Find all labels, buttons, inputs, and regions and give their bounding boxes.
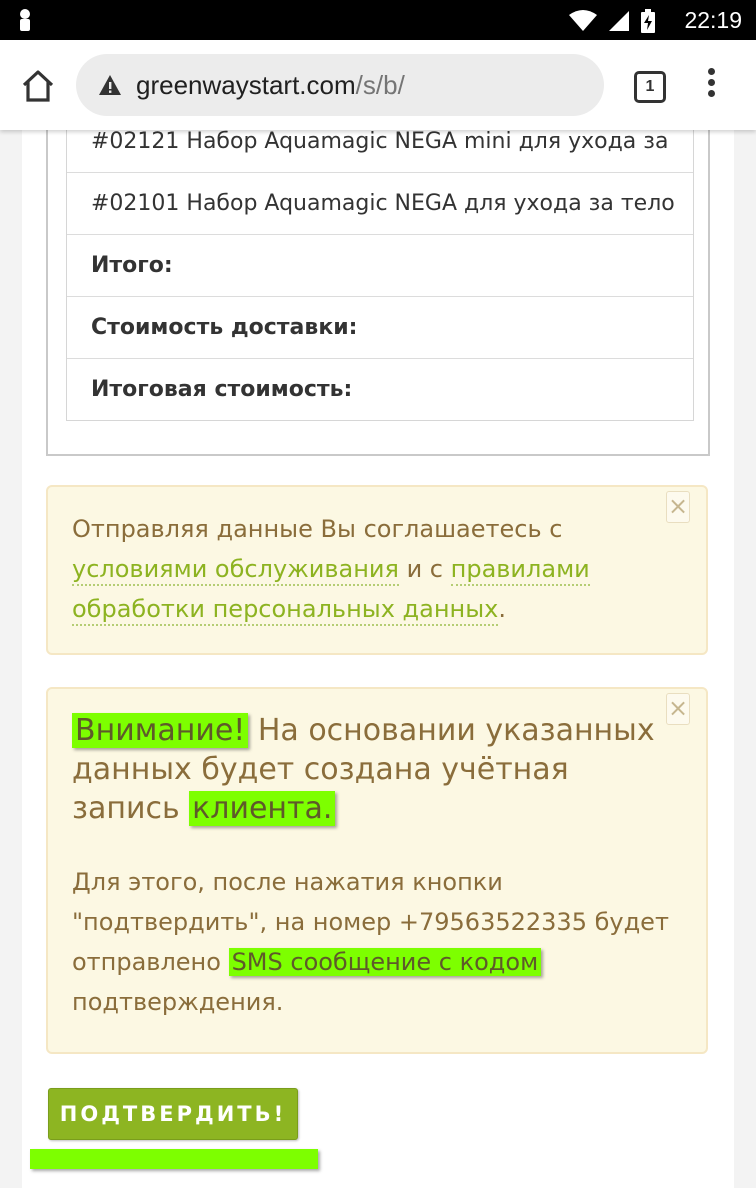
tabs-button[interactable]: 1	[634, 71, 666, 103]
clock: 22:19	[684, 7, 742, 33]
close-icon[interactable]: ×	[666, 491, 690, 523]
agreement-text-end: .	[498, 595, 507, 623]
signal-icon	[609, 11, 629, 31]
url-path: /s/b/	[355, 69, 405, 100]
address-bar[interactable]: greenwaystart.com/s/b/	[76, 54, 604, 116]
browser-toolbar: greenwaystart.com/s/b/ 1	[0, 40, 756, 130]
tabs-count: 1	[645, 78, 655, 95]
agreement-text: Отправляя данные Вы соглашаетесь с услов…	[72, 509, 682, 629]
confirm-button[interactable]: ПОДТВЕРДИТЬ!	[48, 1088, 298, 1140]
warning-body: Для этого, после нажатия кнопки "подтвер…	[72, 862, 682, 1022]
order-row-subtotal: Итого:	[67, 235, 693, 297]
home-icon[interactable]	[20, 68, 56, 104]
warning-highlight: Внимание!	[72, 713, 249, 748]
highlight-bar	[30, 1149, 318, 1169]
client-highlight: клиента.	[189, 791, 336, 826]
warning-headline: Внимание! На основании указанных данных …	[72, 711, 682, 828]
status-bar: 22:19	[0, 0, 756, 40]
warning-body-end: подтверждения.	[72, 988, 284, 1016]
battery-charging-icon	[641, 9, 655, 33]
order-summary: #02121 Набор Aquamagic NEGA mini для ухо…	[46, 110, 710, 456]
account-warning-alert: × Внимание! На основании указанных данны…	[46, 687, 708, 1054]
url-domain: greenwaystart.com	[136, 69, 356, 100]
wifi-icon	[569, 10, 597, 31]
agreement-text-middle: и с	[398, 555, 451, 583]
close-icon[interactable]: ×	[666, 693, 690, 725]
order-row-total: Итоговая стоимость:	[91, 377, 353, 402]
warning-icon[interactable]	[98, 74, 122, 96]
agreement-text-start: Отправляя данные Вы соглашаетесь с	[72, 515, 563, 543]
order-row-item: #02101 Набор Aquamagic NEGA для ухода за…	[67, 173, 693, 235]
agreement-alert: × Отправляя данные Вы соглашаетесь с усл…	[46, 485, 708, 655]
url-text: greenwaystart.com/s/b/	[136, 70, 405, 101]
page-content: #02121 Набор Aquamagic NEGA mini для ухо…	[22, 110, 734, 1188]
notification-icon	[20, 9, 30, 31]
sms-highlight: SMS сообщение с кодом	[228, 948, 542, 976]
terms-link[interactable]: условиями обслуживания	[72, 555, 399, 586]
menu-icon[interactable]	[704, 68, 718, 104]
order-table: #02121 Набор Aquamagic NEGA mini для ухо…	[66, 110, 694, 421]
order-row-delivery-cost: Стоимость доставки:	[67, 297, 693, 359]
